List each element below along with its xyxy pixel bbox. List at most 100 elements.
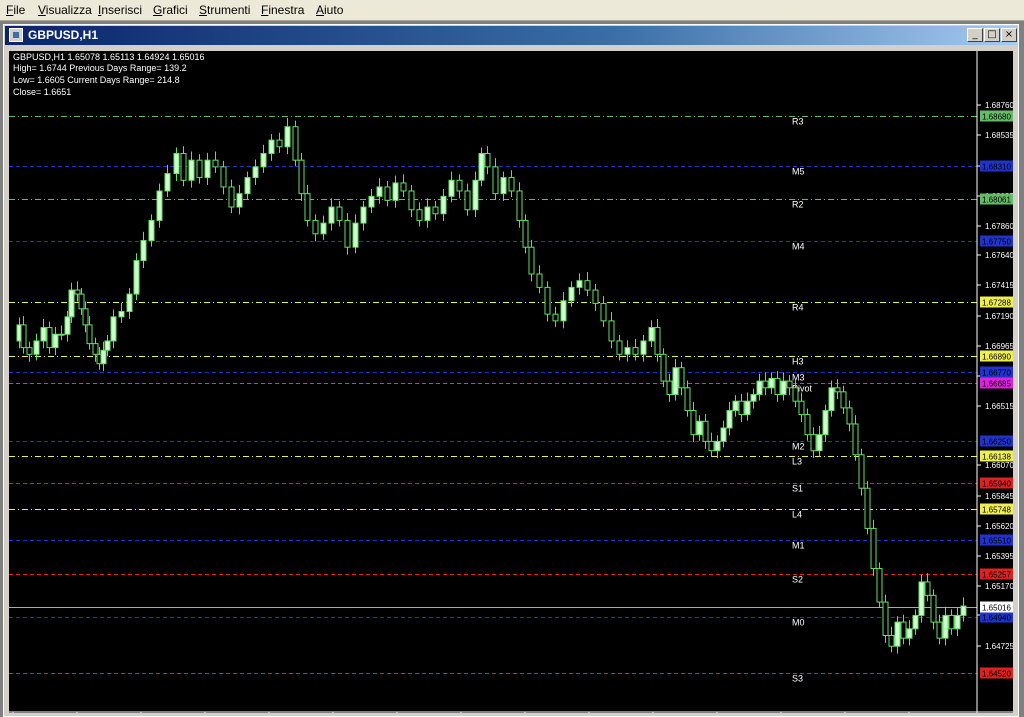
candle-body: [640, 340, 647, 355]
level-price-text: 1.68680: [982, 113, 1011, 122]
level-price-text: 1.65510: [982, 537, 1011, 546]
candle-body: [858, 454, 865, 489]
minimize-button[interactable]: _: [967, 28, 983, 42]
candle-body: [684, 387, 691, 412]
candle-body: [544, 286, 551, 315]
candle-body: [810, 434, 817, 452]
candle-body: [384, 186, 391, 201]
level-name-m3: M3: [792, 373, 805, 383]
candle-body: [148, 219, 155, 242]
candle-body: [516, 190, 523, 221]
level-name-s3: S3: [792, 674, 803, 684]
candle-body: [86, 324, 93, 345]
candle-body: [156, 190, 163, 221]
candle-body: [212, 159, 219, 168]
candle-body: [660, 353, 667, 382]
candle-body: [834, 387, 841, 393]
candle-body: [536, 273, 543, 288]
candle-body: [696, 420, 703, 436]
candle-body: [276, 139, 283, 148]
candle-body: [882, 601, 889, 637]
candle-body: [846, 407, 853, 425]
price-tick-label: 1.65620: [985, 522, 1013, 531]
candle-body: [780, 380, 787, 395]
menu-file[interactable]: File: [6, 3, 25, 17]
candle-body: [568, 286, 575, 302]
price-tick-label: 1.66515: [985, 402, 1013, 411]
candle-body: [400, 182, 407, 192]
candle-body: [714, 440, 721, 452]
menu-visualizza[interactable]: Visualizza: [38, 3, 92, 17]
menu-aiuto[interactable]: Aiuto: [316, 3, 343, 17]
chart-window[interactable]: GBPUSD,H1 _ □ × R3 M5 R2 M4 R4 M3 H3 Pivot M2 L3 S…: [3, 24, 1019, 717]
level-name-m0: M0: [792, 618, 805, 628]
candle-body: [298, 159, 305, 195]
candle-body: [82, 308, 89, 326]
candle-body: [616, 340, 623, 355]
candle-body: [954, 614, 961, 630]
level-price-text: 1.66685: [982, 380, 1011, 389]
candle-body: [678, 367, 685, 389]
level-name-l4: L4: [792, 510, 802, 520]
level-price-text: 1.67288: [982, 299, 1011, 308]
level-name-r3: R3: [792, 117, 804, 127]
candle-body: [344, 219, 351, 248]
candle-body: [164, 173, 171, 192]
candle-body: [416, 209, 423, 221]
maximize-button[interactable]: □: [984, 28, 1000, 42]
candle-body: [252, 166, 259, 179]
candle-body: [792, 387, 799, 402]
candle-body: [110, 316, 117, 342]
level-price-text: 1.68061: [982, 196, 1011, 205]
candle-body: [816, 434, 823, 452]
candle-body: [368, 195, 375, 208]
candle-body: [864, 487, 871, 529]
level-name-r4: R4: [792, 303, 804, 313]
candle-body: [648, 327, 655, 342]
candle-body: [100, 349, 107, 365]
candle-body: [522, 219, 529, 248]
candle-body: [46, 327, 53, 349]
price-tick-label: 1.66965: [985, 342, 1013, 351]
candle-body: [292, 126, 299, 161]
candle-body: [666, 380, 673, 395]
candle-body: [336, 206, 343, 221]
candle-body: [624, 347, 631, 355]
menu-inserisci[interactable]: Inserisci: [98, 3, 142, 17]
candle-body: [720, 427, 727, 442]
price-tick-label: 1.64725: [985, 642, 1013, 651]
candle-body: [74, 289, 81, 295]
level-price-text: 1.65940: [982, 480, 1011, 489]
candle-body: [750, 394, 757, 402]
candle-body: [392, 182, 399, 201]
candle-body: [870, 527, 877, 570]
candle-body: [672, 367, 679, 396]
candle-body: [924, 581, 931, 596]
info-line-high: High= 1.6744 Previous Days Range= 139.2: [13, 63, 187, 73]
menu-strumenti[interactable]: Strumenti: [199, 3, 250, 17]
candle-body: [64, 316, 71, 335]
candle-body: [768, 377, 775, 389]
price-tick-label: 1.67860: [985, 222, 1013, 231]
price-chart[interactable]: R3M5R2M4R4M3H3PivotM2L3S1L4M1S2M0S3 1.68…: [9, 51, 1013, 713]
menu-grafici[interactable]: Grafici: [153, 3, 188, 17]
price-tick-label: 1.65845: [985, 492, 1013, 501]
candle-body: [180, 152, 187, 181]
candle-body: [936, 621, 943, 639]
candle-body: [560, 300, 567, 322]
price-tick-label: 1.66070: [985, 461, 1013, 470]
candle-body: [360, 206, 367, 224]
candle-body: [798, 400, 805, 416]
chart-window-icon: [9, 28, 23, 42]
close-button[interactable]: ×: [1001, 28, 1017, 42]
chart-window-titlebar[interactable]: GBPUSD,H1 _ □ ×: [5, 26, 1017, 45]
current-price-text: 1.65016: [982, 604, 1011, 613]
candle-body: [78, 293, 85, 310]
candle-body: [92, 343, 99, 355]
level-name-s2: S2: [792, 575, 803, 585]
candle-body: [948, 614, 955, 630]
level-price-text: 1.65257: [982, 571, 1011, 580]
candle-body: [478, 152, 485, 181]
level-name-m5: M5: [792, 167, 805, 177]
menu-finestra[interactable]: Finestra: [261, 3, 304, 17]
